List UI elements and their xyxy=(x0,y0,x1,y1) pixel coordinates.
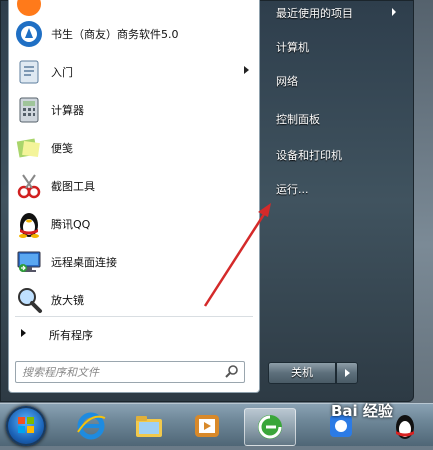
internet-explorer-taskbar-icon[interactable] xyxy=(66,408,116,444)
watermark: Bai 经验 xyxy=(331,402,393,420)
media-player-taskbar-icon[interactable] xyxy=(182,408,232,444)
start-orb-button[interactable] xyxy=(6,406,46,446)
360-browser-taskbar-icon[interactable] xyxy=(244,408,296,446)
annotation-arrow xyxy=(203,203,271,307)
windows-explorer-taskbar-icon[interactable] xyxy=(124,408,174,444)
